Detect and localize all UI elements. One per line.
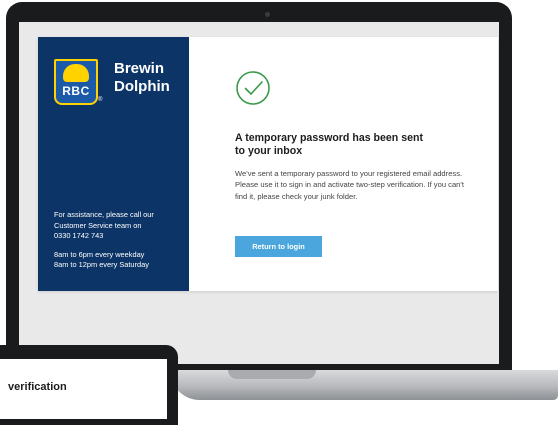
- confirmation-message: We've sent a temporary password to your …: [235, 169, 464, 201]
- phone-number: 0330 1742 743: [54, 231, 104, 241]
- confirmation-card: RBC ® Brewin Dolphin For assistance, ple…: [38, 37, 498, 291]
- laptop-base: [170, 370, 558, 400]
- confirmation-title: A temporary password has been sent to yo…: [235, 132, 423, 157]
- return-to-login-button[interactable]: Return to login: [235, 236, 322, 257]
- lion-icon: [63, 64, 89, 82]
- assistance-info: For assistance, please call our Customer…: [54, 210, 184, 271]
- hours-weekday: 8am to 6pm every weekday: [54, 249, 145, 259]
- laptop-screen: RBC ® Brewin Dolphin For assistance, ple…: [19, 22, 499, 364]
- brand-name-line1: Brewin: [114, 60, 165, 77]
- second-device-heading: verification: [8, 381, 67, 393]
- laptop-frame: RBC ® Brewin Dolphin For assistance, ple…: [6, 2, 512, 374]
- laptop-hinge-notch: [228, 370, 316, 379]
- main-panel: A temporary password has been sent to yo…: [189, 37, 498, 291]
- check-circle-icon: [236, 71, 270, 105]
- hours-saturday: 8am to 12pm every Saturday: [54, 260, 149, 270]
- registered-mark: ®: [98, 97, 103, 103]
- brand-name-line2: Dolphin: [114, 78, 170, 95]
- camera-icon: [265, 12, 270, 17]
- second-device-frame: verification: [0, 345, 178, 425]
- second-device-screen: verification: [0, 359, 167, 419]
- sidebar: RBC ® Brewin Dolphin For assistance, ple…: [38, 37, 189, 291]
- assist-line-1: For assistance, please call our: [54, 210, 154, 219]
- rbc-logo: RBC: [54, 59, 98, 105]
- assist-line-2: Customer Service team on: [54, 220, 142, 230]
- brand-name: Brewin Dolphin: [114, 60, 170, 96]
- logo-text: RBC: [62, 84, 90, 98]
